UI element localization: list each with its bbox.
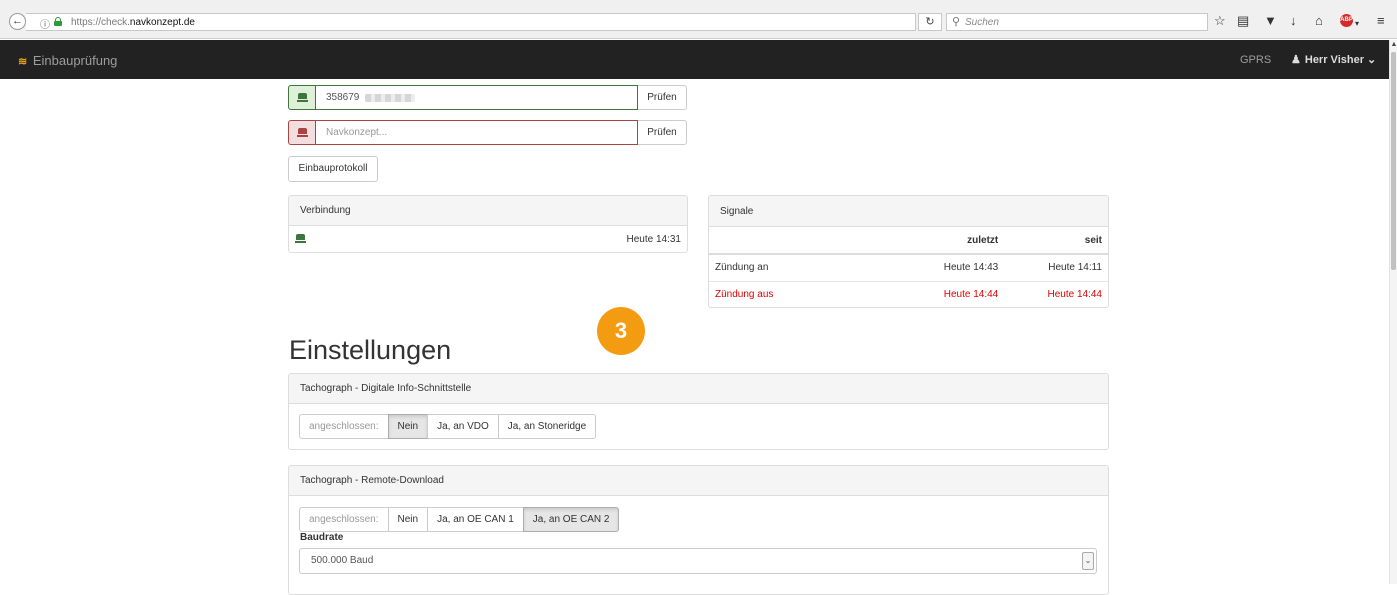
adblock-icon[interactable]: ABP	[1340, 14, 1353, 27]
scroll-up-arrow-icon[interactable]: ▲	[1390, 40, 1397, 50]
remote-option-oe-can-2[interactable]: Ja, an OE CAN 2	[522, 507, 620, 532]
dis-panel-title: Tachograph - Digitale Info-Schnittstelle	[289, 374, 1108, 404]
search-placeholder: Suchen	[965, 17, 999, 28]
dis-connected-group: angeschlossen: Nein Ja, an VDO Ja, an St…	[299, 414, 597, 439]
dis-connected-label: angeschlossen:	[299, 414, 389, 439]
user-icon: ♟	[1291, 54, 1301, 66]
check-device-button[interactable]: Prüfen	[638, 85, 687, 110]
chevron-down-icon[interactable]: ⌄	[1082, 552, 1094, 570]
app-navbar: ≋ Einbauprüfung GPRS ♟ Herr Visher ⌄	[0, 40, 1389, 79]
info-icon[interactable]: ⓘ	[40, 16, 50, 31]
verbindung-row: Heute 14:31	[289, 226, 687, 252]
lock-icon[interactable]	[54, 17, 62, 26]
column-header-zuletzt: zuletzt	[868, 227, 1005, 255]
home-icon[interactable]: ⌂	[1315, 14, 1323, 28]
column-header-seit: seit	[1004, 227, 1108, 255]
device-status-addon	[288, 85, 316, 110]
remote-option-nein[interactable]: Nein	[387, 507, 429, 532]
truck-icon	[297, 93, 308, 102]
download-icon[interactable]: ↓	[1290, 14, 1297, 28]
address-bar[interactable]: ⓘ https://check.navkonzept.de	[26, 13, 916, 31]
remote-connected-group: angeschlossen: Nein Ja, an OE CAN 1 Ja, …	[299, 507, 620, 532]
nav-gprs-link[interactable]: GPRS	[1240, 54, 1271, 66]
menu-icon[interactable]: ≡	[1377, 14, 1385, 28]
dis-option-nein[interactable]: Nein	[387, 414, 429, 439]
verbindung-title: Verbindung	[289, 196, 687, 226]
einbauprotokoll-button[interactable]: Einbauprotokoll	[288, 156, 378, 182]
user-name: Herr Visher	[1304, 54, 1364, 66]
remote-option-oe-can-1[interactable]: Ja, an OE CAN 1	[427, 507, 524, 532]
dis-option-vdo[interactable]: Ja, an VDO	[427, 414, 499, 439]
baudrate-value: 500.000 Baud	[311, 555, 374, 566]
table-header-row: zuletzt seit	[709, 227, 1108, 255]
browser-search-input[interactable]: ⚲ Suchen	[946, 13, 1208, 31]
signal-name: Zündung an	[709, 254, 869, 282]
check-navkonzept-button[interactable]: Prüfen	[638, 120, 687, 145]
signale-table: zuletzt seit Zündung an Heute 14:43 Heut…	[709, 227, 1108, 307]
adblock-dropdown-icon[interactable]: ▾	[1355, 17, 1359, 31]
brand-title: Einbauprüfung	[32, 53, 118, 68]
reading-list-icon[interactable]: ▤	[1237, 14, 1249, 28]
search-icon: ⚲	[952, 16, 961, 28]
baudrate-select[interactable]: 500.000 Baud ⌄	[299, 548, 1097, 574]
back-arrow-icon[interactable]: ←	[9, 13, 26, 30]
remote-panel-title: Tachograph - Remote-Download	[289, 466, 1108, 496]
signale-panel: Signale zuletzt seit Zündung an Heute 14…	[708, 195, 1109, 308]
step-number-badge: 3	[597, 307, 645, 355]
brand[interactable]: ≋ Einbauprüfung	[18, 53, 117, 68]
signal-seit: Heute 14:11	[1004, 254, 1108, 282]
pocket-icon[interactable]: ▼	[1264, 14, 1277, 28]
verbindung-time: Heute 14:31	[626, 234, 682, 245]
brand-logo-icon: ≋	[18, 56, 28, 68]
remote-connected-label: angeschlossen:	[299, 507, 389, 532]
truck-icon	[295, 234, 306, 243]
user-menu[interactable]: ♟ Herr Visher ⌄	[1291, 53, 1376, 66]
device-id-input[interactable]	[315, 85, 638, 110]
reload-icon[interactable]: ↻	[918, 13, 942, 31]
device-id-group: Prüfen	[288, 85, 688, 110]
url-text[interactable]: https://check.navkonzept.de	[71, 17, 195, 28]
navkonzept-group: Prüfen	[288, 120, 688, 145]
verbindung-panel: Verbindung Heute 14:31	[288, 195, 688, 253]
dis-option-stoneridge[interactable]: Ja, an Stoneridge	[497, 414, 597, 439]
scrollbar-thumb[interactable]	[1391, 52, 1396, 270]
signal-name: Zündung aus	[715, 289, 774, 301]
signale-title: Signale	[709, 196, 1108, 227]
column-header-name	[709, 227, 869, 255]
chevron-down-icon: ⌄	[1367, 54, 1377, 66]
signal-zuletzt: Heute 14:44	[943, 289, 999, 301]
signal-seit: Heute 14:44	[1047, 289, 1103, 301]
page-scrollbar[interactable]: ▲	[1389, 40, 1397, 584]
baudrate-label: Baudrate	[300, 532, 344, 543]
navkonzept-input[interactable]	[315, 120, 638, 145]
bookmark-star-icon[interactable]: ☆	[1214, 14, 1226, 28]
signal-zuletzt: Heute 14:43	[868, 254, 1005, 282]
navkonzept-status-addon	[288, 120, 316, 145]
redacted-digits	[365, 94, 415, 102]
browser-toolbar: ← ⓘ https://check.navkonzept.de ↻ ⚲ Such…	[0, 0, 1397, 39]
truck-icon	[297, 128, 308, 137]
settings-title: Einstellungen	[289, 335, 452, 365]
table-row: Zündung aus Heute 14:44 Heute 14:44	[709, 281, 1108, 307]
table-row: Zündung an Heute 14:43 Heute 14:11	[709, 254, 1108, 282]
